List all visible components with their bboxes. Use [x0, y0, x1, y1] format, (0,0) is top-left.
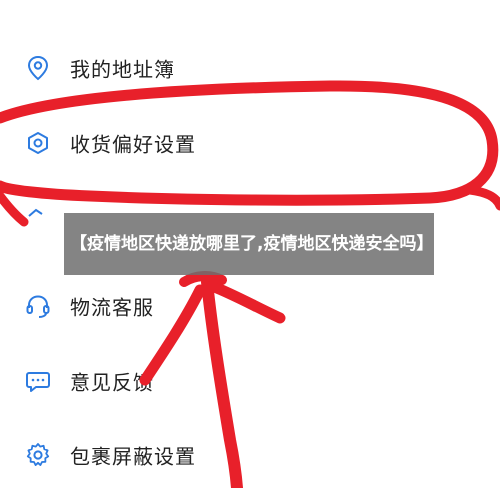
location-pin-icon — [24, 54, 52, 82]
partial-icon — [24, 196, 52, 224]
caption-text: 【疫情地区快递放哪里了,疫情地区快递安全吗】 — [70, 234, 434, 254]
menu-item-label: 我的地址簿 — [70, 57, 175, 82]
menu-item-label: 包裹屏蔽设置 — [70, 444, 196, 469]
menu-item-feedback[interactable]: 意见反馈 — [0, 351, 500, 411]
menu-item-logistics-service[interactable]: 物流客服 — [0, 276, 500, 336]
cut-off-top-text-left — [110, 0, 150, 8]
menu-item-label: 意见反馈 — [70, 370, 154, 395]
caption-overlay: 【疫情地区快递放哪里了,疫情地区快递安全吗】 — [64, 213, 434, 275]
menu-item-package-block-settings[interactable]: 包裹屏蔽设置 — [0, 425, 500, 485]
chat-bubble-icon — [24, 367, 52, 395]
menu-item-receipt-preferences[interactable]: 收货偏好设置 — [0, 113, 500, 173]
menu-item-label: 物流客服 — [70, 295, 154, 320]
gear-icon — [24, 441, 52, 469]
menu-item-label: 收货偏好设置 — [70, 132, 196, 157]
headset-icon — [24, 292, 52, 320]
cut-off-top-text-right — [330, 0, 390, 8]
hexagon-settings-icon — [24, 129, 52, 157]
menu-item-address-book[interactable]: 我的地址簿 — [0, 38, 500, 98]
